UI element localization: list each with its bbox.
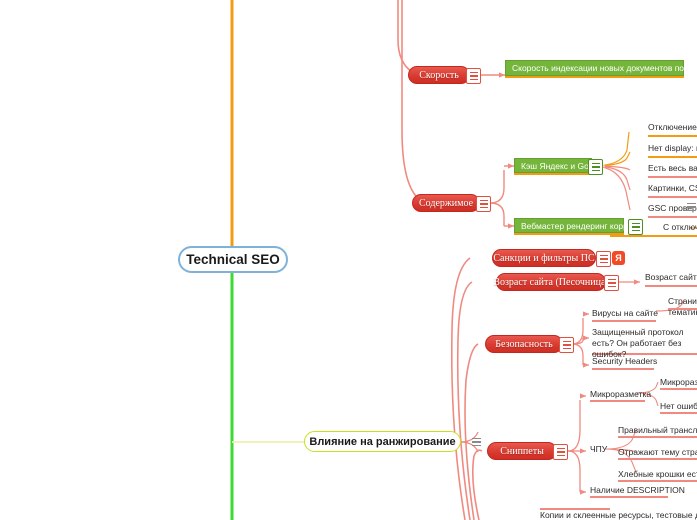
note-icon[interactable] (466, 68, 481, 84)
leaf-label: Есть весь важный контент (648, 163, 697, 173)
note-icon[interactable] (604, 275, 619, 291)
leaf-cnc-urls[interactable]: ЧПУ (590, 444, 607, 455)
node-content[interactable]: Содержимое (412, 194, 480, 212)
mindmap-canvas[interactable]: Technical SEO Влияние на ранжирование Ск… (0, 0, 697, 520)
leaf-speed-indexing[interactable]: Скорость индексации новых документов по … (505, 60, 697, 76)
leaf-underline (514, 173, 592, 175)
leaf-with-disabled[interactable]: С отключенным (663, 222, 697, 233)
node-security[interactable]: Безопасность (485, 335, 563, 353)
leaf-underline (618, 480, 697, 482)
node-label: Сниппеты (500, 445, 544, 457)
leaf-underline (660, 412, 697, 414)
leaf-label: Скорость индексации новых документов по … (512, 63, 697, 73)
leaf-label: Наличие DESCRIPTION (590, 485, 685, 495)
leaf-label: Микроразметка (590, 389, 652, 399)
root-label: Technical SEO (186, 252, 280, 267)
note-icon[interactable] (596, 251, 611, 267)
node-label: Безопасность (495, 338, 553, 350)
leaf-security-headers[interactable]: Security Headers (592, 356, 657, 367)
node-label: Скорость (419, 69, 459, 81)
leaf-duplicate-resources[interactable]: Копии и склеенные ресурсы, тестовые д (540, 510, 697, 520)
leaf-viruses[interactable]: Вирусы на сайте (592, 308, 658, 319)
leaf-underline (660, 388, 697, 390)
leaf-images-css-js[interactable]: Картинки, CSS, JS не запрещены (648, 183, 697, 194)
leaf-correct-translit[interactable]: Правильный транслит? (618, 425, 697, 436)
node-label: Возраст сайта (Песочница) (493, 276, 609, 288)
note-icon[interactable] (628, 219, 643, 235)
yandex-icon[interactable]: Я (612, 251, 625, 265)
root-node[interactable]: Technical SEO (178, 246, 288, 273)
leaf-label: ЧПУ (590, 444, 608, 454)
leaf-important-content[interactable]: Есть весь важный контент (648, 163, 697, 174)
leaf-underline (514, 233, 624, 235)
leaf-underline (610, 235, 697, 237)
note-icon[interactable] (471, 435, 482, 449)
leaf-underline (590, 400, 645, 402)
node-ranking-influence[interactable]: Влияние на ранжирование (304, 431, 461, 452)
leaf-underline (618, 458, 697, 460)
leaf-breadcrumbs[interactable]: Хлебные крошки есть (618, 469, 697, 480)
note-icon[interactable] (553, 444, 568, 460)
leaf-label: Возраст сайта бо (645, 272, 697, 282)
leaf-reflect-page-topic[interactable]: Отражают тему страниц (618, 447, 697, 458)
leaf-underline (592, 368, 654, 370)
leaf-site-age-more[interactable]: Возраст сайта бо (645, 272, 697, 283)
leaf-has-description[interactable]: Наличие DESCRIPTION (590, 485, 685, 496)
leaf-underline (505, 76, 684, 78)
note-icon[interactable] (588, 159, 603, 175)
leaf-underline (592, 320, 656, 322)
leaf-disable-js[interactable]: Отключение JS в браузере (648, 122, 697, 133)
leaf-label: Security Headers (592, 356, 658, 366)
leaf-label: Страницы тематик (668, 296, 697, 317)
leaf-underline (590, 496, 668, 498)
leaf-label: Отражают тему страниц (618, 447, 697, 457)
leaf-display-none[interactable]: Нет display: none? (648, 143, 697, 154)
leaf-no-errors[interactable]: Нет ошибок (660, 401, 697, 412)
leaf-microdata[interactable]: Микроразметка (590, 389, 651, 400)
leaf-thematic-pages[interactable]: Страницы тематик (668, 296, 697, 318)
leaf-underline (645, 285, 697, 287)
leaf-underline (648, 156, 697, 158)
leaf-underline (618, 436, 697, 438)
leaf-label: С отключенным (663, 222, 697, 232)
leaf-label: Вирусы на сайте (592, 308, 658, 318)
leaf-label: Отключение JS в браузере (648, 122, 697, 132)
node-label: Санкции и фильтры ПС (493, 252, 595, 264)
leaf-underline (648, 135, 697, 137)
leaf-microdata-sub[interactable]: Микроразм (660, 377, 697, 388)
note-icon[interactable] (476, 196, 491, 212)
leaf-label: Копии и склеенные ресурсы, тестовые д (540, 510, 697, 520)
yandex-letter: Я (615, 253, 622, 263)
node-speed[interactable]: Скорость (408, 66, 470, 84)
leaf-underline (648, 216, 697, 218)
leaf-webmaster-render[interactable]: Вебмастер рендеринг корректный (514, 218, 656, 233)
leaf-label: Нет display: none? (648, 143, 697, 153)
leaf-label: Защищенный протокол есть? Он работает бе… (592, 327, 684, 359)
leaf-label: Микроразм (660, 377, 697, 387)
leaf-label: Правильный транслит? (618, 425, 697, 435)
leaf-label: Картинки, CSS, JS не запрещены (648, 183, 697, 193)
note-icon[interactable] (686, 200, 697, 214)
leaf-underline (648, 196, 697, 198)
node-sanctions-filters[interactable]: Санкции и фильтры ПС (492, 249, 596, 267)
leaf-label: Нет ошибок (660, 401, 697, 411)
leaf-label: Хлебные крошки есть (618, 469, 697, 479)
note-icon[interactable] (559, 337, 574, 353)
leaf-cache-yandex-google[interactable]: Кэш Яндекс и Google (514, 158, 605, 173)
node-label: Влияние на ранжирование (309, 435, 456, 448)
node-site-age[interactable]: Возраст сайта (Песочница) (493, 273, 609, 291)
leaf-underline (648, 176, 697, 178)
node-label: Содержимое (418, 197, 474, 209)
node-snippets[interactable]: Сниппеты (487, 442, 557, 460)
